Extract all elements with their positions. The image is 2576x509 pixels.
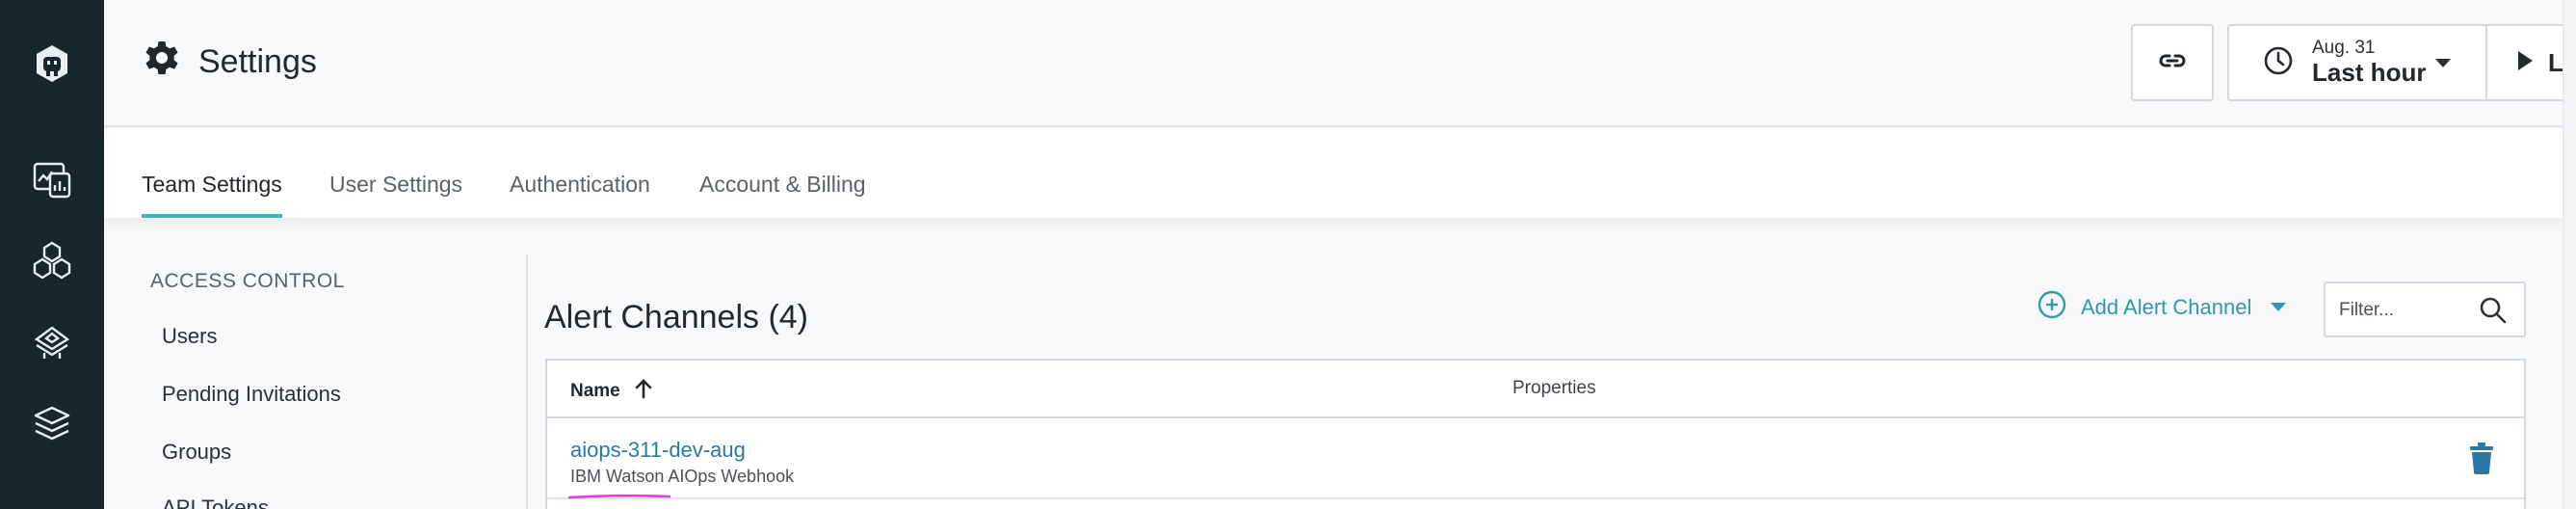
add-alert-channel-button[interactable]: Add Alert Channel — [2037, 289, 2287, 325]
time-range-text: Aug. 31 Last hour — [2312, 38, 2427, 88]
channel-type: IBM Watson AIOps Webhook — [570, 467, 795, 486]
search-icon[interactable] — [2478, 295, 2509, 326]
tab-team-settings[interactable]: Team Settings — [142, 172, 282, 218]
tab-user-settings[interactable]: User Settings — [329, 172, 462, 218]
layers-icon[interactable] — [29, 401, 75, 447]
table-row: aiops-311-dev-aug IBM Watson AIOps Webho… — [547, 420, 2524, 499]
table-header: Name Properties — [547, 361, 2524, 418]
nav-divider — [526, 254, 528, 509]
tab-authentication[interactable]: Authentication — [510, 172, 650, 218]
add-alert-channel-label: Add Alert Channel — [2081, 294, 2252, 319]
access-control-nav: ACCESS CONTROL Users Pending Invitations… — [104, 254, 526, 509]
play-icon — [2515, 49, 2535, 77]
nav-heading: ACCESS CONTROL — [150, 270, 345, 292]
settings-tabs: Team Settings User Settings Authenticati… — [104, 129, 2563, 218]
tab-account-billing[interactable]: Account & Billing — [699, 172, 866, 218]
channel-name-link[interactable]: aiops-311-dev-aug — [570, 438, 746, 463]
dashboard-icon[interactable] — [29, 156, 75, 202]
page-title: Settings — [198, 43, 317, 80]
nav-item-users[interactable]: Users — [162, 324, 217, 349]
gear-icon — [141, 39, 183, 86]
nav-item-groups[interactable]: Groups — [162, 440, 231, 465]
page-header: Settings Aug. 31 Last hour — [104, 0, 2576, 127]
title-group: Settings — [141, 39, 317, 86]
app-window: Settings Aug. 31 Last hour Team Settings… — [0, 0, 2576, 509]
time-date: Aug. 31 — [2312, 38, 2376, 59]
sort-up-icon — [634, 378, 653, 405]
clock-icon — [2262, 44, 2295, 82]
chevron-down-icon — [2271, 303, 2287, 311]
column-header-properties: Properties — [1512, 378, 1596, 398]
alerts-icon[interactable] — [29, 320, 75, 366]
alert-channels-table: Name Properties aiops-311-dev-aug IBM Wa… — [545, 359, 2526, 509]
time-range-label: Last hour — [2312, 58, 2427, 88]
column-header-name[interactable]: Name — [570, 378, 653, 405]
copy-link-button[interactable] — [2131, 24, 2214, 101]
annotation-underline — [568, 494, 670, 499]
link-icon — [2156, 44, 2189, 82]
nav-item-pending-invitations[interactable]: Pending Invitations — [162, 382, 341, 407]
time-range-picker[interactable]: Aug. 31 Last hour — [2227, 24, 2487, 101]
app-logo-icon[interactable] — [29, 40, 75, 87]
nav-item-api-tokens[interactable]: API Tokens — [162, 496, 269, 509]
add-circle-icon — [2037, 289, 2067, 325]
chevron-down-icon — [2435, 59, 2451, 67]
column-name-label: Name — [570, 381, 620, 401]
filter-input[interactable] — [2339, 295, 2474, 326]
left-rail — [0, 0, 104, 509]
section-title: Alert Channels (4) — [544, 299, 809, 335]
page-scrollbar[interactable] — [2563, 0, 2576, 509]
trash-icon[interactable] — [2468, 442, 2495, 474]
infrastructure-icon[interactable] — [29, 237, 75, 283]
filter-box — [2324, 281, 2526, 337]
